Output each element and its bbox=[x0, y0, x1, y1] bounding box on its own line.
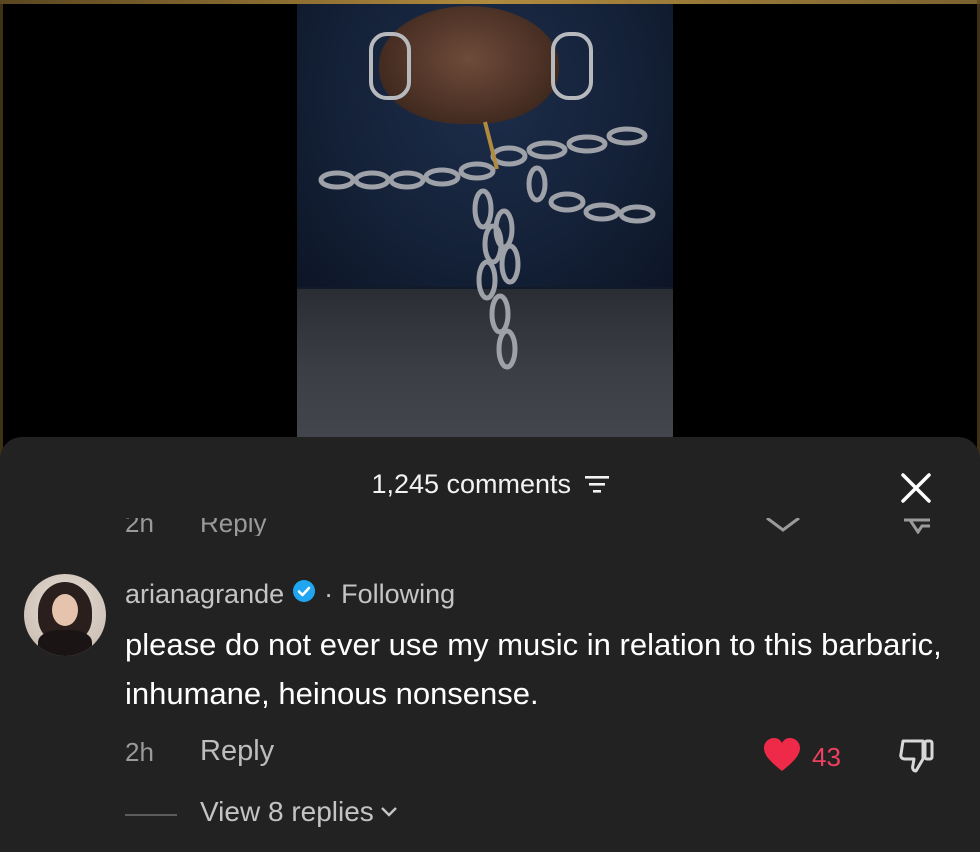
reply-button[interactable]: Reply bbox=[200, 735, 274, 768]
previous-comment-row: 2h Reply bbox=[0, 518, 980, 536]
verified-badge-icon bbox=[292, 579, 316, 610]
avatar-face bbox=[52, 594, 78, 626]
comment-time: 2h bbox=[125, 737, 154, 767]
video-chain bbox=[318, 121, 656, 370]
dislike-icon[interactable] bbox=[897, 737, 937, 778]
video-player[interactable] bbox=[297, 4, 673, 444]
comments-header: 1,245 comments bbox=[0, 469, 980, 501]
previous-comment-time: 2h bbox=[125, 518, 154, 536]
replies-divider bbox=[125, 814, 177, 816]
comments-sheet: 1,245 comments 2h Reply arianagrande · F… bbox=[0, 437, 980, 852]
comment-author-row: arianagrande · Following bbox=[125, 579, 455, 610]
previous-comment-reply[interactable]: Reply bbox=[200, 518, 266, 536]
close-icon[interactable] bbox=[898, 470, 934, 506]
like-button[interactable]: 43 bbox=[762, 737, 841, 778]
view-replies-label: View 8 replies bbox=[200, 796, 374, 827]
view-replies-button[interactable]: View 8 replies bbox=[200, 796, 398, 828]
filter-icon[interactable] bbox=[584, 470, 609, 501]
like-count: 43 bbox=[812, 742, 841, 772]
comment-text: please do not ever use my music in relat… bbox=[125, 627, 942, 711]
chevron-down-icon bbox=[380, 807, 397, 817]
heart-icon bbox=[762, 737, 802, 778]
avatar[interactable] bbox=[24, 574, 106, 656]
comments-count-title: 1,245 comments bbox=[371, 469, 572, 499]
previous-dislike-icon[interactable] bbox=[900, 518, 936, 536]
avatar-body bbox=[38, 630, 92, 656]
chevron-down-icon[interactable] bbox=[765, 518, 801, 536]
author-separator: · bbox=[324, 579, 334, 609]
follow-status[interactable]: Following bbox=[341, 579, 455, 610]
comment-username[interactable]: arianagrande bbox=[125, 579, 284, 610]
